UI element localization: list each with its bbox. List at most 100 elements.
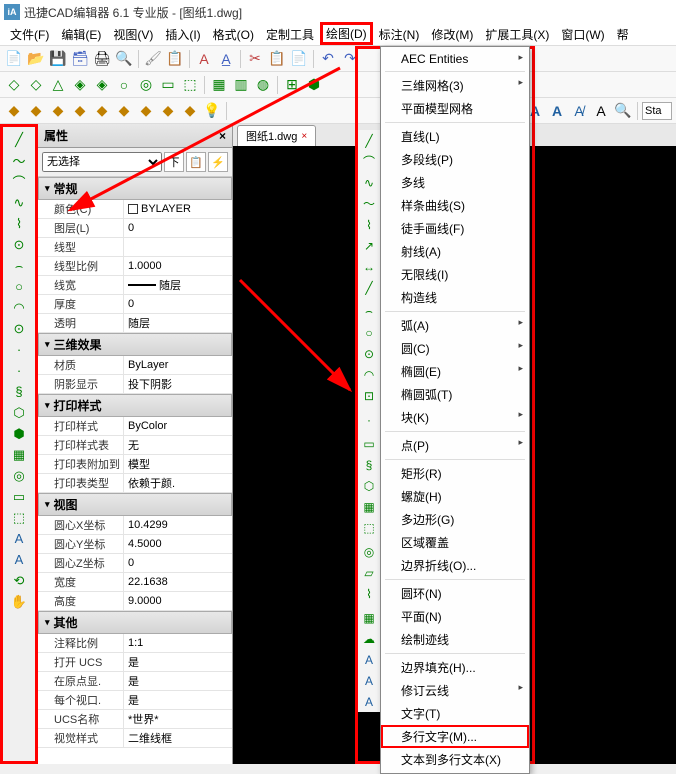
prop-row[interactable]: 在原点显.是: [38, 672, 232, 691]
bulb-icon[interactable]: 💡: [202, 101, 222, 121]
s11-icon[interactable]: ▥: [231, 75, 251, 95]
new-icon[interactable]: 📄: [4, 49, 24, 69]
prop-value[interactable]: 0: [123, 554, 232, 572]
draw-menu-item-10[interactable]: 射线(A): [381, 240, 529, 263]
draw-menu-item-22[interactable]: 矩形(R): [381, 462, 529, 485]
menu-7[interactable]: 标注(N): [373, 24, 426, 45]
print-icon[interactable]: 🖨: [92, 49, 112, 69]
menu-4[interactable]: 格式(O): [207, 24, 260, 45]
s5-icon[interactable]: ◈: [92, 75, 112, 95]
m1-icon[interactable]: ◆: [4, 101, 24, 121]
prop-row[interactable]: 打印表类型依赖于颜.: [38, 474, 232, 493]
draw-tool-13[interactable]: ⬡: [3, 402, 35, 423]
m6-icon[interactable]: ◆: [114, 101, 134, 121]
draw-menu-item-17[interactable]: 椭圆弧(T): [381, 383, 529, 406]
prop-value[interactable]: 二维线框: [123, 729, 232, 747]
prop-value[interactable]: ByLayer: [123, 356, 232, 374]
draw-menu-item-3[interactable]: 平面模型网格: [381, 97, 529, 120]
s14-icon[interactable]: ⬢: [304, 75, 324, 95]
draw-tool-1[interactable]: 〜: [3, 150, 35, 171]
menu-10[interactable]: 窗口(W): [555, 24, 610, 45]
menu-8[interactable]: 修改(M): [425, 24, 479, 45]
filter-button[interactable]: 下: [164, 152, 184, 172]
draw-tool-20[interactable]: A: [3, 549, 35, 570]
s7-icon[interactable]: ◎: [136, 75, 156, 95]
m5-icon[interactable]: ◆: [92, 101, 112, 121]
draw-tool-9[interactable]: ⊙: [3, 318, 35, 339]
draw-menu-item-26[interactable]: 边界折线(O)...: [381, 554, 529, 577]
draw-menu-item-14[interactable]: 弧(A): [381, 314, 529, 337]
prop-row[interactable]: 线型比例1.0000: [38, 257, 232, 276]
menu-0[interactable]: 文件(F): [4, 24, 55, 45]
draw-tool-18[interactable]: ⬚: [3, 507, 35, 528]
draw-tool-0[interactable]: ╱: [3, 129, 35, 150]
selection-dropdown[interactable]: 无选择: [42, 152, 162, 172]
prop-value[interactable]: 4.5000: [123, 535, 232, 553]
prop-value[interactable]: 依赖于颜.: [123, 474, 232, 492]
draw-menu-item-23[interactable]: 螺旋(H): [381, 485, 529, 508]
draw-tool-5[interactable]: ⊙: [3, 234, 35, 255]
prop-row[interactable]: 材质ByLayer: [38, 356, 232, 375]
draw-menu-item-8[interactable]: 样条曲线(S): [381, 194, 529, 217]
draw-tool-14[interactable]: ⬢: [3, 423, 35, 444]
prop-row[interactable]: 每个视口.是: [38, 691, 232, 710]
prop-row[interactable]: 注释比例1:1: [38, 634, 232, 653]
preview-icon[interactable]: 🔍: [114, 49, 134, 69]
draw-menu-item-16[interactable]: 椭圆(E): [381, 360, 529, 383]
open-icon[interactable]: 📂: [26, 49, 46, 69]
draw-menu-item-34[interactable]: 文字(T): [381, 702, 529, 725]
prop-row[interactable]: 线型: [38, 238, 232, 257]
s8-icon[interactable]: ▭: [158, 75, 178, 95]
m2-icon[interactable]: ◆: [26, 101, 46, 121]
draw-menu-item-32[interactable]: 边界填充(H)...: [381, 656, 529, 679]
document-tab[interactable]: 图纸1.dwg ×: [237, 125, 316, 146]
draw-tool-11[interactable]: ·: [3, 360, 35, 381]
draw-menu-item-9[interactable]: 徒手画线(F): [381, 217, 529, 240]
prop-value[interactable]: 1:1: [123, 634, 232, 652]
prop-row[interactable]: 高度9.0000: [38, 592, 232, 611]
prop-value[interactable]: 0: [123, 219, 232, 237]
draw-menu-item-33[interactable]: 修订云线: [381, 679, 529, 702]
m3-icon[interactable]: ◆: [48, 101, 68, 121]
paste-icon[interactable]: 📄: [289, 49, 309, 69]
draw-menu-item-12[interactable]: 构造线: [381, 286, 529, 309]
prop-value[interactable]: 随层: [123, 276, 232, 294]
search-input[interactable]: [642, 102, 672, 120]
t4-icon[interactable]: A: [591, 101, 611, 121]
menu-3[interactable]: 插入(I): [159, 24, 206, 45]
draw-tool-10[interactable]: ·: [3, 339, 35, 360]
draw-menu-item-15[interactable]: 圆(C): [381, 337, 529, 360]
copyfmt-icon[interactable]: 🖌: [143, 49, 163, 69]
draw-menu-item-35[interactable]: 多行文字(M)...: [381, 725, 529, 748]
prop-group-header[interactable]: 三维效果: [38, 333, 232, 356]
prop-value[interactable]: 1.0000: [123, 257, 232, 275]
cut-icon[interactable]: ✂: [245, 49, 265, 69]
draw-menu-item-6[interactable]: 多段线(P): [381, 148, 529, 171]
prop-row[interactable]: 透明随层: [38, 314, 232, 333]
close-icon[interactable]: ×: [219, 129, 226, 143]
prop-row[interactable]: 圆心Z坐标0: [38, 554, 232, 573]
draw-tool-6[interactable]: ⌢: [3, 255, 35, 276]
undo-icon[interactable]: ↶: [318, 49, 338, 69]
menu-5[interactable]: 定制工具: [260, 24, 320, 45]
draw-tool-8[interactable]: ◠: [3, 297, 35, 318]
m4-icon[interactable]: ◆: [70, 101, 90, 121]
draw-tool-12[interactable]: §: [3, 381, 35, 402]
prop-row[interactable]: 厚度0: [38, 295, 232, 314]
prop-row[interactable]: 打印样式ByColor: [38, 417, 232, 436]
prop-row[interactable]: 颜色(C)BYLAYER: [38, 200, 232, 219]
draw-tool-2[interactable]: ⌒: [3, 171, 35, 192]
prop-value[interactable]: 投下阴影: [123, 375, 232, 393]
draw-tool-3[interactable]: ∿: [3, 192, 35, 213]
prop-value[interactable]: 是: [123, 653, 232, 671]
text-icon[interactable]: A̲: [216, 49, 236, 69]
prop-row[interactable]: 宽度22.1638: [38, 573, 232, 592]
m8-icon[interactable]: ◆: [158, 101, 178, 121]
prop-value[interactable]: [123, 238, 232, 256]
menu-9[interactable]: 扩展工具(X): [479, 24, 555, 45]
pdf-icon[interactable]: A: [194, 49, 214, 69]
draw-menu-item-18[interactable]: 块(K): [381, 406, 529, 429]
prop-value[interactable]: 是: [123, 672, 232, 690]
draw-tool-22[interactable]: ✋: [3, 591, 35, 612]
menu-6[interactable]: 绘图(D): [320, 22, 373, 45]
